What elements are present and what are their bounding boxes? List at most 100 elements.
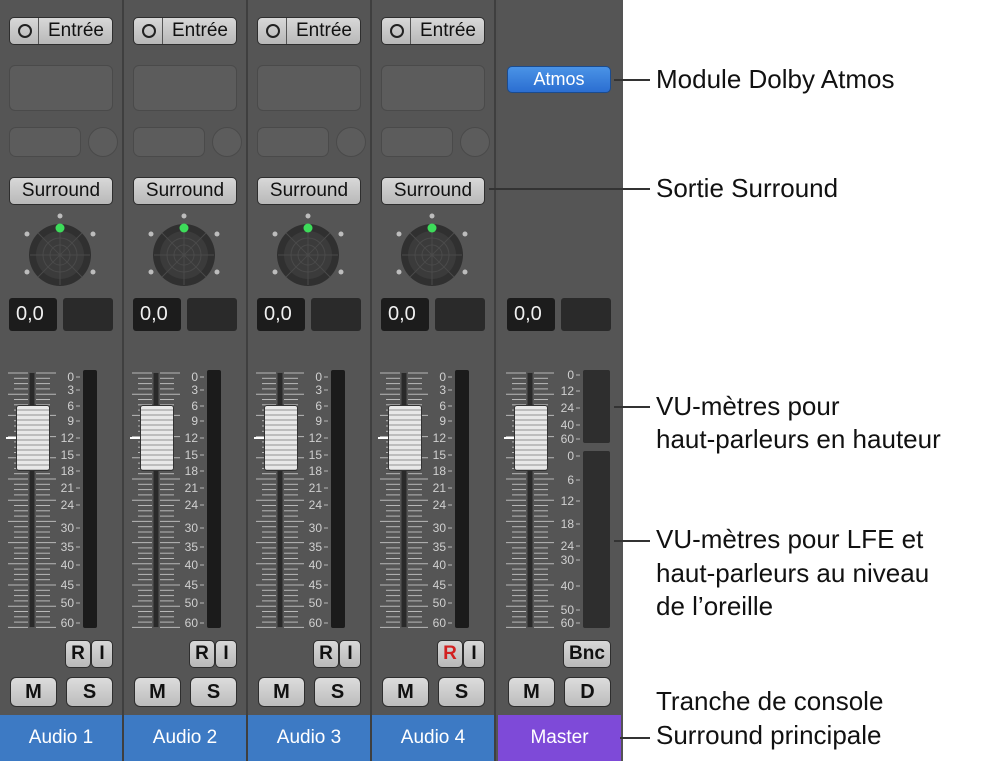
callout-height-meters-line1: VU-mètres pour bbox=[656, 391, 840, 421]
scale-label: 9 bbox=[439, 414, 446, 428]
input-format-toggle[interactable] bbox=[258, 18, 287, 44]
volume-value[interactable]: 0,0 bbox=[381, 298, 429, 331]
read-button[interactable]: R bbox=[65, 640, 91, 668]
mute-button[interactable]: M bbox=[134, 677, 181, 707]
peak-value[interactable] bbox=[435, 298, 485, 331]
channel-strip: Entrée Surround 0,0 0 3 6 9 12 15 18 21 24 30 35 40… bbox=[372, 0, 496, 761]
mute-button[interactable]: M bbox=[508, 677, 555, 707]
input-button[interactable]: Entrée bbox=[9, 17, 113, 45]
surround-output-button[interactable]: Surround bbox=[257, 177, 361, 205]
surround-output-button[interactable]: Surround bbox=[9, 177, 113, 205]
scale-label: 3 bbox=[67, 383, 74, 397]
mute-button[interactable]: M bbox=[10, 677, 57, 707]
send-slot[interactable] bbox=[133, 127, 205, 157]
bounce-button[interactable]: Bnc bbox=[563, 640, 611, 668]
track-name[interactable]: Audio 1 bbox=[0, 715, 122, 761]
volume-value[interactable]: 0,0 bbox=[257, 298, 305, 331]
volume-fader[interactable] bbox=[140, 405, 174, 471]
input-button[interactable]: Entrée bbox=[133, 17, 237, 45]
callout-ear-meters-line2: haut-parleurs au niveau bbox=[656, 558, 930, 588]
scale-label: 3 bbox=[439, 383, 446, 397]
callout-line bbox=[614, 406, 650, 408]
scale-label: 12 bbox=[561, 384, 575, 398]
scale-label: 15 bbox=[433, 448, 447, 462]
scale-label: 30 bbox=[561, 553, 575, 567]
surround-output-button[interactable]: Surround bbox=[381, 177, 485, 205]
scale-label: 21 bbox=[61, 481, 75, 495]
volume-value[interactable]: 0,0 bbox=[9, 298, 57, 331]
input-format-toggle[interactable] bbox=[134, 18, 163, 44]
audio-fx-slot[interactable] bbox=[381, 65, 485, 111]
panner-position-dot bbox=[179, 223, 189, 233]
track-name[interactable]: Audio 3 bbox=[248, 715, 370, 761]
input-button[interactable]: Entrée bbox=[257, 17, 361, 45]
peak-value[interactable] bbox=[561, 298, 611, 331]
height-speaker-meter bbox=[583, 370, 610, 443]
input-format-toggle[interactable] bbox=[382, 18, 411, 44]
scale-label: 9 bbox=[315, 414, 322, 428]
ear-level-meter bbox=[583, 451, 610, 628]
solo-button[interactable]: S bbox=[314, 677, 361, 707]
dolby-atmos-plugin-button[interactable]: Atmos bbox=[507, 66, 611, 93]
audio-fx-slot[interactable] bbox=[257, 65, 361, 111]
dim-button[interactable]: D bbox=[564, 677, 611, 707]
input-monitor-button[interactable]: I bbox=[91, 640, 113, 668]
mute-button[interactable]: M bbox=[382, 677, 429, 707]
scale-label: 24 bbox=[61, 498, 75, 512]
scale-label: 21 bbox=[309, 481, 323, 495]
send-slot[interactable] bbox=[381, 127, 453, 157]
input-button[interactable]: Entrée bbox=[381, 17, 485, 45]
scale-label: 18 bbox=[309, 464, 323, 478]
volume-fader[interactable] bbox=[514, 405, 548, 471]
read-button[interactable]: R bbox=[437, 640, 463, 668]
track-name[interactable]: Master bbox=[498, 715, 621, 761]
input-format-toggle[interactable] bbox=[10, 18, 39, 44]
level-meter bbox=[331, 370, 345, 628]
volume-value[interactable]: 0,0 bbox=[133, 298, 181, 331]
mixer-window: Entrée Surround 0,0 0 3 6 9 12 15 18 21 24 30 35 40… bbox=[0, 0, 623, 761]
scale-label: 18 bbox=[433, 464, 447, 478]
surround-panner[interactable] bbox=[268, 212, 348, 292]
solo-button[interactable]: S bbox=[190, 677, 237, 707]
solo-button[interactable]: S bbox=[66, 677, 113, 707]
audio-fx-slot[interactable] bbox=[133, 65, 237, 111]
surround-panner[interactable] bbox=[392, 212, 472, 292]
input-monitor-button[interactable]: I bbox=[339, 640, 361, 668]
send-knob[interactable] bbox=[336, 127, 366, 157]
send-slot[interactable] bbox=[9, 127, 81, 157]
track-name[interactable]: Audio 2 bbox=[124, 715, 246, 761]
peak-value[interactable] bbox=[311, 298, 361, 331]
volume-fader[interactable] bbox=[264, 405, 298, 471]
surround-output-button[interactable]: Surround bbox=[133, 177, 237, 205]
volume-fader[interactable] bbox=[388, 405, 422, 471]
scale-label: 35 bbox=[61, 540, 75, 554]
peak-value[interactable] bbox=[63, 298, 113, 331]
input-monitor-button[interactable]: I bbox=[463, 640, 485, 668]
scale-label: 6 bbox=[191, 399, 198, 413]
send-knob[interactable] bbox=[88, 127, 118, 157]
scale-label: 0 bbox=[567, 368, 574, 382]
volume-fader[interactable] bbox=[16, 405, 50, 471]
track-name[interactable]: Audio 4 bbox=[372, 715, 494, 761]
send-knob[interactable] bbox=[212, 127, 242, 157]
surround-panner[interactable] bbox=[20, 212, 100, 292]
surround-panner[interactable] bbox=[144, 212, 224, 292]
scale-label: 0 bbox=[191, 370, 198, 384]
send-slot[interactable] bbox=[257, 127, 329, 157]
send-knob[interactable] bbox=[460, 127, 490, 157]
scale-label: 6 bbox=[439, 399, 446, 413]
scale-label: 40 bbox=[433, 558, 447, 572]
peak-value[interactable] bbox=[187, 298, 237, 331]
input-monitor-button[interactable]: I bbox=[215, 640, 237, 668]
scale-label: 60 bbox=[309, 616, 323, 630]
audio-fx-slot[interactable] bbox=[9, 65, 113, 111]
level-meter bbox=[83, 370, 97, 628]
channel-strip: Entrée Surround 0,0 0 3 6 9 12 15 18 21 24 30 35 40… bbox=[248, 0, 372, 761]
mute-button[interactable]: M bbox=[258, 677, 305, 707]
read-button[interactable]: R bbox=[313, 640, 339, 668]
scale-label: 60 bbox=[61, 616, 75, 630]
volume-value[interactable]: 0,0 bbox=[507, 298, 555, 331]
read-button[interactable]: R bbox=[189, 640, 215, 668]
solo-button[interactable]: S bbox=[438, 677, 485, 707]
channel-strip: Entrée Surround 0,0 0 3 6 9 12 15 18 21 24 30 35 40… bbox=[124, 0, 248, 761]
